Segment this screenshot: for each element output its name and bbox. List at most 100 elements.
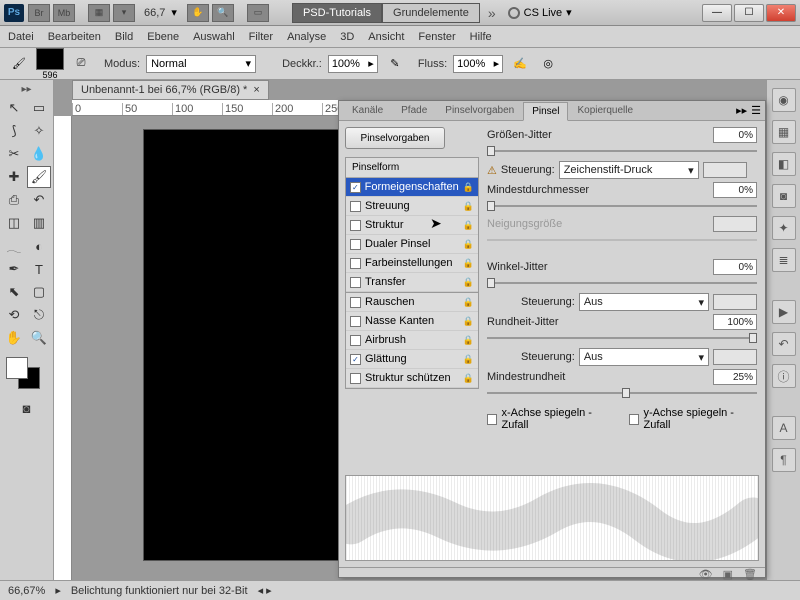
heal-tool[interactable]: ✚: [2, 166, 26, 188]
type-tool[interactable]: T: [27, 258, 51, 280]
pressure-opacity-icon[interactable]: ✎: [384, 53, 406, 75]
menu-auswahl[interactable]: Auswahl: [193, 31, 235, 43]
lock-icon[interactable]: 🔒: [463, 297, 474, 308]
dock-history-icon[interactable]: ↶: [772, 332, 796, 356]
dock-info-icon[interactable]: ⓘ: [772, 364, 796, 388]
lock-icon[interactable]: 🔒: [463, 373, 474, 384]
zoom-tool[interactable]: 🔍: [27, 327, 51, 349]
menu-3d[interactable]: 3D: [340, 31, 354, 43]
menu-hilfe[interactable]: Hilfe: [470, 31, 492, 43]
dock-color-icon[interactable]: ◉: [772, 88, 796, 112]
dock-swatches-icon[interactable]: ▦: [772, 120, 796, 144]
panel-collapse-icon[interactable]: ▸▸: [736, 104, 747, 117]
marquee-tool[interactable]: ▭: [27, 97, 51, 119]
zoom-icon[interactable]: 🔍: [212, 4, 234, 22]
checkbox[interactable]: ✓: [350, 182, 361, 193]
workspace-tab-grundelemente[interactable]: Grundelemente: [382, 3, 480, 23]
dock-masks-icon[interactable]: ◙: [772, 184, 796, 208]
shape-tool[interactable]: ▢: [27, 281, 51, 303]
dock-layers-icon[interactable]: ≣: [772, 248, 796, 272]
tab-pinselvorgaben[interactable]: Pinselvorgaben: [436, 101, 523, 120]
gradient-tool[interactable]: ▥: [27, 212, 51, 234]
brush-option-glättung[interactable]: ✓Glättung🔒: [346, 350, 478, 369]
panel-menu-icon[interactable]: ☰: [751, 104, 761, 117]
lock-icon[interactable]: 🔒: [463, 354, 474, 365]
flip-y-checkbox[interactable]: y-Achse spiegeln - Zufall: [629, 407, 757, 431]
blur-tool[interactable]: 𓂃: [2, 235, 26, 257]
lock-icon[interactable]: 🔒: [463, 220, 474, 231]
crop-tool[interactable]: ✂: [2, 143, 26, 165]
hand-tool[interactable]: ✋: [2, 327, 26, 349]
eraser-tool[interactable]: ◫: [2, 212, 26, 234]
menu-bild[interactable]: Bild: [115, 31, 133, 43]
close-tab-icon[interactable]: ×: [253, 84, 259, 96]
brush-option-streuung[interactable]: Streuung🔒: [346, 197, 478, 216]
lock-icon[interactable]: 🔒: [463, 182, 474, 193]
brush-panel-icon[interactable]: ⎚: [70, 53, 92, 75]
quickmask-tool[interactable]: ◙: [15, 397, 39, 419]
eyedropper-tool[interactable]: 💧: [27, 143, 51, 165]
stamp-tool[interactable]: ⎙: [2, 189, 26, 211]
mode-select[interactable]: Normal▾: [146, 55, 256, 73]
dock-adjustments-icon[interactable]: ◧: [772, 152, 796, 176]
screenmode-icon[interactable]: ▭: [247, 4, 269, 22]
tab-pinsel[interactable]: Pinsel: [523, 102, 568, 121]
chevron-right-icon[interactable]: »: [488, 5, 496, 21]
checkbox[interactable]: [350, 258, 361, 269]
status-zoom[interactable]: 66,67%: [8, 585, 45, 597]
menu-ansicht[interactable]: Ansicht: [368, 31, 404, 43]
angle-jitter-slider[interactable]: [487, 278, 757, 288]
pressure-size-icon[interactable]: ◎: [537, 53, 559, 75]
brush-option-airbrush[interactable]: Airbrush🔒: [346, 331, 478, 350]
bridge-icon[interactable]: Br: [28, 4, 50, 22]
opacity-input[interactable]: 100%▸: [328, 55, 378, 73]
brush-option-formeigenschaften[interactable]: ✓Formeigenschaften🔒: [346, 178, 478, 197]
menu-ebene[interactable]: Ebene: [147, 31, 179, 43]
dock-char-icon[interactable]: A: [772, 416, 796, 440]
checkbox[interactable]: [350, 239, 361, 250]
dock-para-icon[interactable]: ¶: [772, 448, 796, 472]
lasso-tool[interactable]: ⟆: [2, 120, 26, 142]
size-jitter-slider[interactable]: [487, 146, 757, 156]
checkbox[interactable]: [350, 335, 361, 346]
cslive-button[interactable]: CS Live ▾: [508, 6, 572, 19]
tab-kopierquelle[interactable]: Kopierquelle: [568, 101, 642, 120]
min-diameter-value[interactable]: 0%: [713, 182, 757, 198]
workspace-tab-tutorials[interactable]: PSD-Tutorials: [292, 3, 382, 23]
brush-option-rauschen[interactable]: Rauschen🔒: [346, 293, 478, 312]
angle-jitter-value[interactable]: 0%: [713, 259, 757, 275]
path-tool[interactable]: ⬉: [2, 281, 26, 303]
document-tab[interactable]: Unbenannt-1 bei 66,7% (RGB/8) *×: [72, 80, 269, 100]
dock-styles-icon[interactable]: ✦: [772, 216, 796, 240]
toolbox-collapse-icon[interactable]: ▸▸: [2, 82, 51, 97]
menu-fenster[interactable]: Fenster: [418, 31, 455, 43]
checkbox[interactable]: [350, 297, 361, 308]
control2-select[interactable]: Aus▾: [579, 293, 709, 311]
brush-option-struktur-schützen[interactable]: Struktur schützen🔒: [346, 369, 478, 388]
flip-x-checkbox[interactable]: x-Achse spiegeln - Zufall: [487, 407, 615, 431]
brush-option-farbeinstellungen[interactable]: Farbeinstellungen🔒: [346, 254, 478, 273]
checkbox[interactable]: [350, 220, 361, 231]
lock-icon[interactable]: 🔒: [463, 335, 474, 346]
extras-icon[interactable]: ▦: [88, 4, 110, 22]
checkbox[interactable]: ✓: [350, 354, 361, 365]
lock-icon[interactable]: 🔒: [463, 239, 474, 250]
pinselform-header[interactable]: Pinselform: [346, 158, 478, 178]
min-diameter-slider[interactable]: [487, 201, 757, 211]
min-roundness-value[interactable]: 25%: [713, 369, 757, 385]
checkbox[interactable]: [350, 201, 361, 212]
brush-tool[interactable]: 🖌: [27, 166, 51, 188]
wand-tool[interactable]: ✧: [27, 120, 51, 142]
checkbox[interactable]: [350, 373, 361, 384]
airbrush-icon[interactable]: ✍: [509, 53, 531, 75]
roundness-jitter-slider[interactable]: [487, 333, 757, 343]
menu-bearbeiten[interactable]: Bearbeiten: [48, 31, 101, 43]
lock-icon[interactable]: 🔒: [463, 316, 474, 327]
tab-kanaele[interactable]: Kanäle: [343, 101, 392, 120]
arrange-icon[interactable]: ▾: [113, 4, 135, 22]
brush-option-nasse-kanten[interactable]: Nasse Kanten🔒: [346, 312, 478, 331]
3d-tool[interactable]: ⟲: [2, 304, 26, 326]
minimize-button[interactable]: —: [702, 4, 732, 22]
checkbox[interactable]: [350, 277, 361, 288]
checkbox[interactable]: [350, 316, 361, 327]
